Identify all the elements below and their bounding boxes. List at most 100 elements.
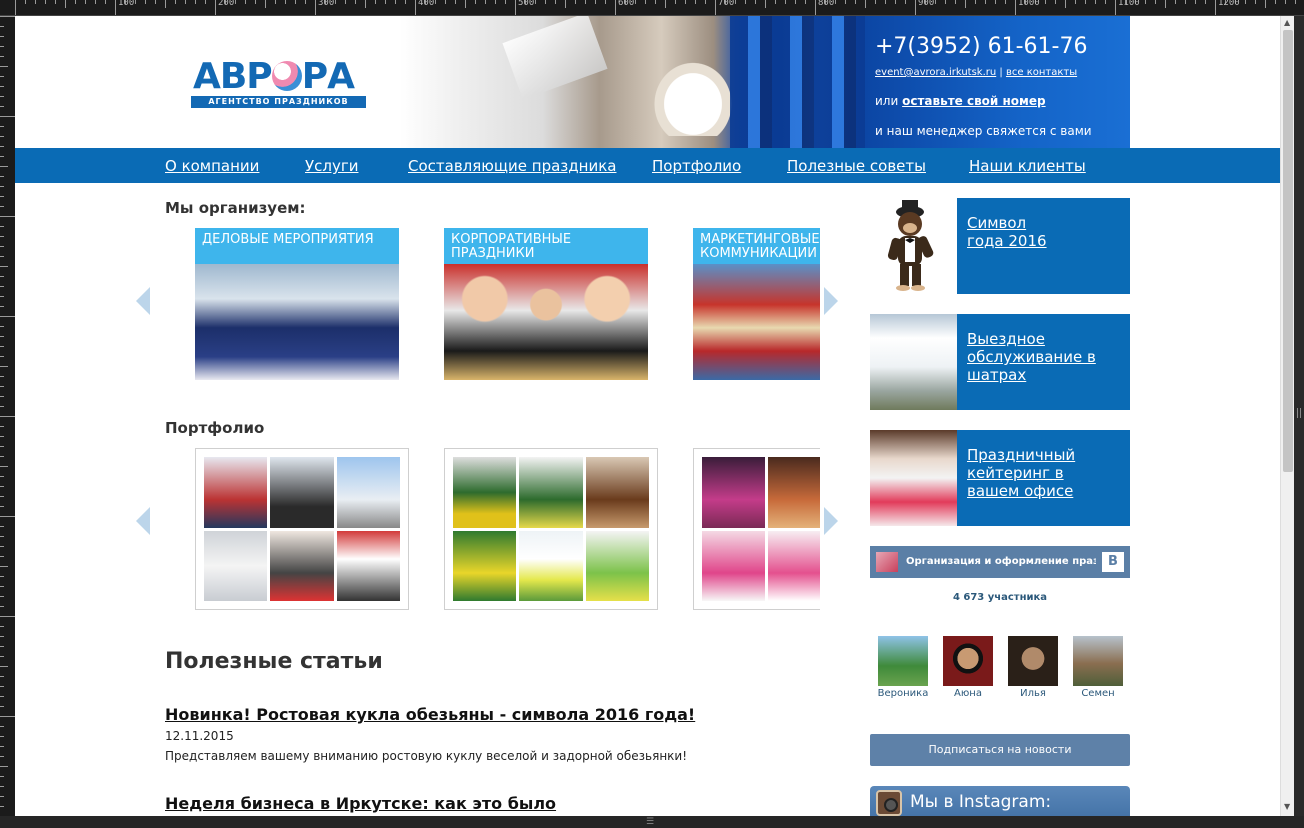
portfolio-tile[interactable] bbox=[444, 448, 658, 610]
portfolio-prev-arrow-icon[interactable] bbox=[136, 507, 150, 535]
ruler-tick bbox=[0, 366, 8, 367]
banner-napkin-decor bbox=[648, 56, 738, 136]
portfolio-tile[interactable] bbox=[195, 448, 409, 610]
instagram-widget[interactable]: Мы в Instagram: bbox=[870, 786, 1130, 816]
vk-member[interactable]: Илья bbox=[1004, 636, 1062, 699]
ruler-tick bbox=[1295, 0, 1296, 4]
ruler-tick bbox=[665, 0, 666, 8]
ruler-tick bbox=[1115, 0, 1116, 15]
vk-member[interactable]: Аюна bbox=[939, 636, 997, 699]
nav-item-components[interactable]: Составляющие праздника bbox=[408, 157, 616, 175]
vk-subscribe-button[interactable]: Подписаться на новости bbox=[870, 734, 1130, 766]
avatar bbox=[1073, 636, 1123, 686]
ruler-tick bbox=[0, 376, 4, 377]
promo-catering[interactable]: Праздничный кейтеринг в вашем офисе bbox=[870, 430, 1130, 526]
ruler-tick bbox=[0, 296, 4, 297]
scroll-up-arrow-icon[interactable]: ▲ bbox=[1284, 18, 1290, 27]
ruler-tick bbox=[205, 0, 206, 4]
ruler-tick bbox=[995, 0, 996, 4]
ruler-tick bbox=[435, 0, 436, 4]
vk-member[interactable]: Вероника bbox=[874, 636, 932, 699]
bottom-resize-bar[interactable]: ☰ bbox=[0, 816, 1304, 828]
ruler-tick bbox=[185, 0, 186, 4]
ruler-tick bbox=[0, 286, 4, 287]
ruler-tick bbox=[555, 0, 556, 4]
organize-tile-marketing[interactable]: МАРКЕТИНГОВЫЕ КОММУНИКАЦИИ bbox=[693, 228, 820, 380]
tile-caption: ДЕЛОВЫЕ МЕРОПРИЯТИЯ bbox=[195, 228, 399, 264]
ruler-tick bbox=[755, 0, 756, 4]
ruler-tick bbox=[805, 0, 806, 4]
scroll-down-arrow-icon[interactable]: ▼ bbox=[1284, 802, 1290, 811]
ruler-tick bbox=[1185, 0, 1186, 4]
vk-group-name[interactable]: Организация и оформление праздников bbox=[906, 556, 1096, 567]
vk-member[interactable]: Семен bbox=[1069, 636, 1127, 699]
ruler-tick bbox=[0, 146, 4, 147]
ruler-tick bbox=[635, 0, 636, 4]
ruler-tick bbox=[915, 0, 916, 15]
grip-icon bbox=[1297, 408, 1301, 418]
article-title-link[interactable]: Новинка! Ростовая кукла обезьяны - симво… bbox=[165, 705, 695, 724]
phone-number[interactable]: +7(3952) 61-61-76 bbox=[875, 34, 1087, 59]
organize-tile-business[interactable]: ДЕЛОВЫЕ МЕРОПРИЯТИЯ bbox=[195, 228, 399, 380]
ruler-tick bbox=[0, 796, 4, 797]
ruler-tick bbox=[735, 0, 736, 4]
leave-number-link[interactable]: оставьте свой номер bbox=[902, 94, 1045, 108]
ruler-tick bbox=[1215, 0, 1216, 15]
article-title-link[interactable]: Неделя бизнеса в Иркутске: как это было bbox=[165, 794, 556, 813]
ruler-tick bbox=[15, 0, 16, 15]
ruler-tick bbox=[885, 0, 886, 4]
promo-symbol-year[interactable]: Символ года 2016 bbox=[870, 198, 1130, 294]
ruler-tick bbox=[0, 206, 4, 207]
tile-image bbox=[444, 264, 648, 380]
logo-wordmark: АВР РА bbox=[193, 56, 355, 97]
ruler-tick bbox=[515, 0, 516, 15]
tile-image bbox=[693, 264, 820, 380]
nav-item-clients[interactable]: Наши клиенты bbox=[969, 157, 1086, 175]
carousel-next-arrow-icon[interactable] bbox=[824, 287, 838, 315]
manager-note: и наш менеджер свяжется с вами bbox=[875, 124, 1092, 138]
ruler-tick bbox=[235, 0, 236, 4]
ruler-tick bbox=[845, 0, 846, 4]
ruler-tick bbox=[195, 0, 196, 4]
ruler-top: 100 200 300 400 500 600 700 800 900 1000 1100 1200 bbox=[0, 0, 1304, 16]
vk-widget-header[interactable]: Организация и оформление праздников B bbox=[870, 546, 1130, 578]
vk-member-name: Аюна bbox=[954, 688, 982, 699]
ruler-tick bbox=[0, 566, 8, 567]
ruler-tick bbox=[495, 0, 496, 4]
nav-item-tips[interactable]: Полезные советы bbox=[787, 157, 926, 175]
portfolio-tile[interactable] bbox=[693, 448, 820, 610]
ruler-tick bbox=[0, 216, 15, 217]
email-link[interactable]: event@avrora.irkutsk.ru bbox=[875, 67, 996, 78]
organize-tile-corporate[interactable]: КОРПОРАТИВНЫЕ ПРАЗДНИКИ bbox=[444, 228, 648, 380]
vertical-scrollbar[interactable]: ▲ ▼ bbox=[1280, 16, 1294, 816]
ruler-tick bbox=[0, 696, 4, 697]
ruler-tick bbox=[85, 0, 86, 4]
resize-handle[interactable] bbox=[1294, 16, 1304, 816]
promo-tent-service[interactable]: Выездное обслуживание в шатрах bbox=[870, 314, 1130, 410]
scrollbar-thumb[interactable] bbox=[1283, 30, 1293, 472]
nav-item-about[interactable]: О компании bbox=[165, 157, 259, 175]
email-line: event@avrora.irkutsk.ru | все контакты bbox=[875, 67, 1077, 78]
ruler-tick bbox=[1105, 0, 1106, 4]
ruler-tick bbox=[595, 0, 596, 4]
ruler-tick bbox=[0, 266, 8, 267]
nav-item-portfolio[interactable]: Портфолио bbox=[652, 157, 741, 175]
all-contacts-link[interactable]: все контакты bbox=[1006, 67, 1077, 78]
page-viewport: АВР РА АГЕНТСТВО ПРАЗДНИКОВ +7(3952) 61-6… bbox=[15, 16, 1280, 816]
ruler-tick bbox=[445, 0, 446, 4]
ruler-tick bbox=[0, 406, 4, 407]
portfolio-next-arrow-icon[interactable] bbox=[824, 507, 838, 535]
carousel-prev-arrow-icon[interactable] bbox=[136, 287, 150, 315]
logo[interactable]: АВР РА АГЕНТСТВО ПРАЗДНИКОВ bbox=[165, 16, 400, 148]
ruler-tick bbox=[1175, 0, 1176, 4]
ruler-tick bbox=[0, 186, 4, 187]
nav-item-services[interactable]: Услуги bbox=[305, 157, 358, 175]
promo-tent-image bbox=[870, 314, 957, 410]
ruler-tick bbox=[375, 0, 376, 4]
ruler-tick bbox=[55, 0, 56, 4]
promo-catering-image bbox=[870, 430, 957, 526]
ruler-tick bbox=[385, 0, 386, 4]
ruler-tick bbox=[545, 0, 546, 4]
ruler-tick bbox=[0, 466, 8, 467]
vk-members-count[interactable]: 4 673 участника bbox=[870, 592, 1130, 603]
